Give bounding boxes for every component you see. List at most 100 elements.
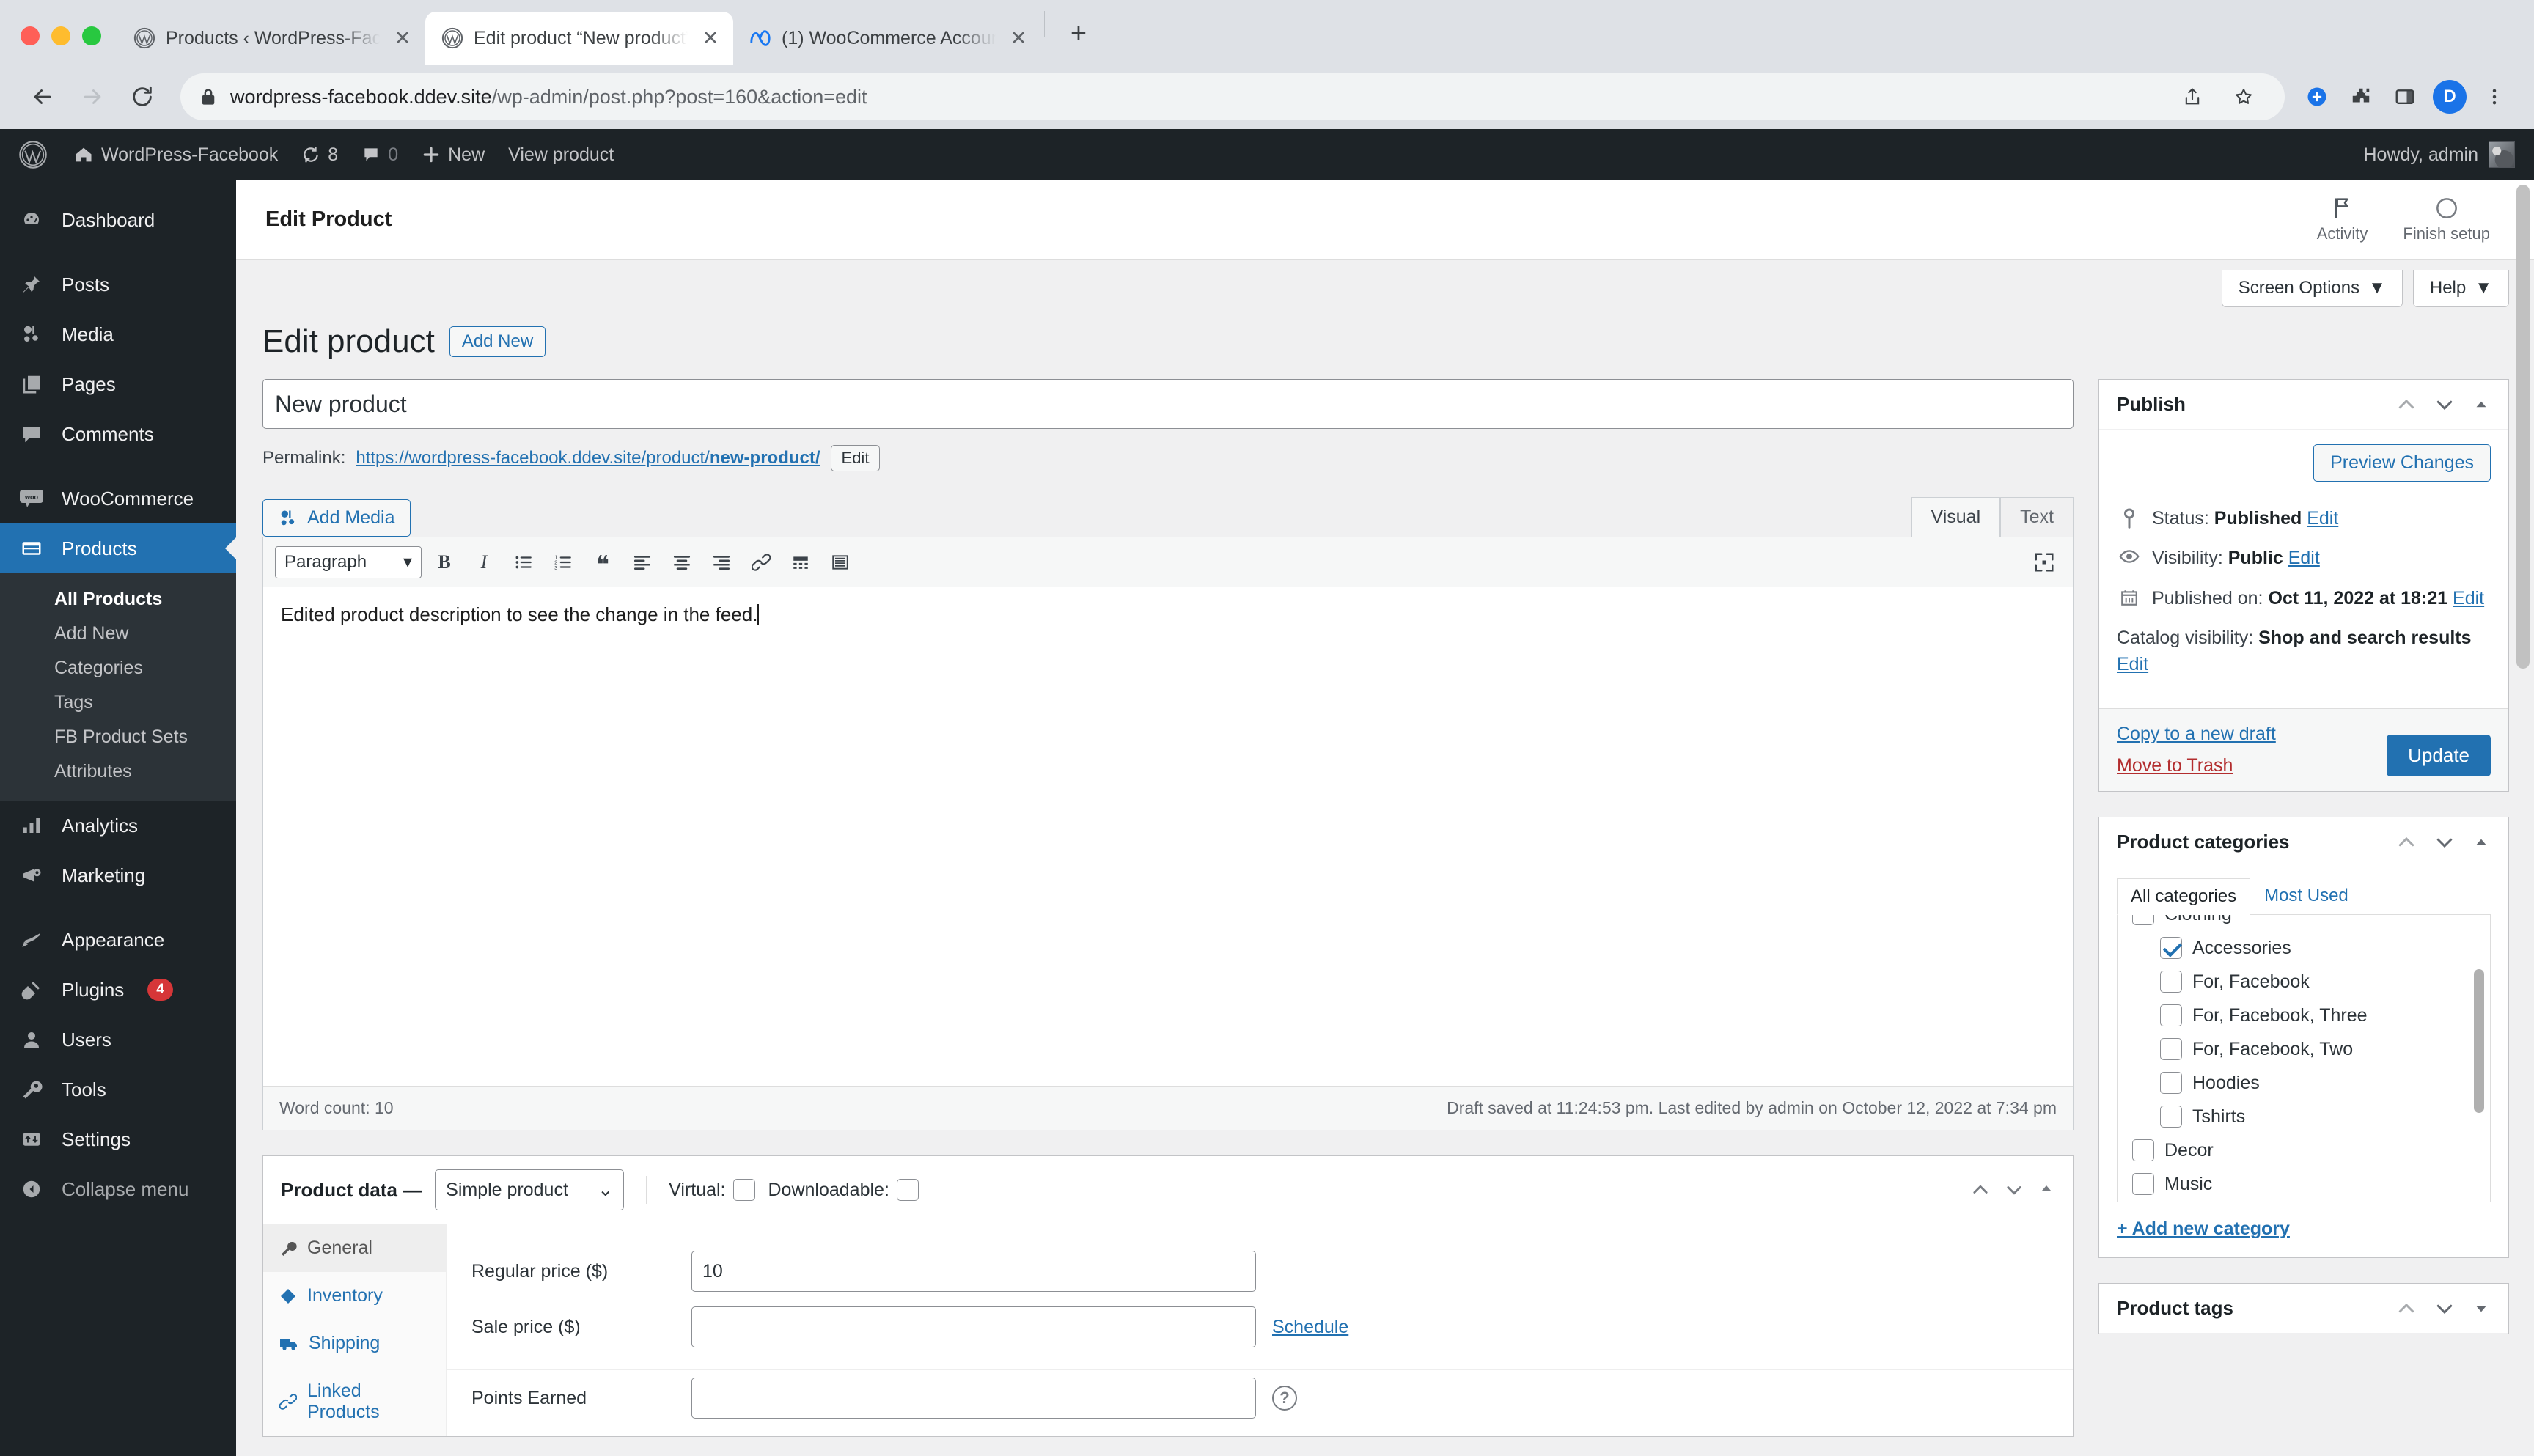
move-down-icon[interactable] — [2434, 394, 2456, 416]
add-new-button[interactable]: Add New — [449, 326, 546, 357]
sidebar-item-woocommerce[interactable]: woo WooCommerce — [0, 474, 236, 523]
schedule-sale-link[interactable]: Schedule — [1272, 1317, 1348, 1338]
sidebar-item-products[interactable]: Products — [0, 523, 236, 573]
submenu-item-add-new[interactable]: Add New — [0, 617, 236, 651]
regular-price-input[interactable] — [691, 1251, 1256, 1292]
edit-visibility-link[interactable]: Edit — [2288, 548, 2320, 568]
toggle-panel-icon[interactable] — [2472, 833, 2491, 852]
wp-logo-menu[interactable] — [4, 129, 62, 180]
sidebar-item-appearance[interactable]: Appearance — [0, 915, 236, 965]
sidebar-item-settings[interactable]: Settings — [0, 1114, 236, 1164]
edit-published-link[interactable]: Edit — [2453, 588, 2484, 608]
help-button[interactable]: Help ▼ — [2412, 270, 2509, 307]
update-button[interactable]: Update — [2387, 735, 2491, 777]
activity-button[interactable]: Activity — [2317, 196, 2368, 243]
category-item-clothing[interactable]: Clothing — [2118, 915, 2490, 931]
checkbox[interactable] — [2160, 1004, 2182, 1027]
checkbox[interactable] — [2160, 1106, 2182, 1128]
product-type-select[interactable]: Simple product ⌄ — [435, 1169, 625, 1210]
close-icon[interactable]: ✕ — [390, 26, 415, 51]
permalink-link[interactable]: https://wordpress-facebook.ddev.site/pro… — [356, 448, 820, 468]
maximize-window-button[interactable] — [82, 26, 101, 45]
screen-options-button[interactable]: Screen Options ▼ — [2221, 270, 2403, 307]
comments-menu[interactable]: 0 — [350, 129, 410, 180]
close-icon[interactable]: ✕ — [1006, 26, 1031, 51]
close-window-button[interactable] — [21, 26, 40, 45]
tab-all-categories[interactable]: All categories — [2117, 878, 2251, 916]
toggle-panel-icon[interactable] — [2038, 1180, 2055, 1200]
category-item-for-facebook-two[interactable]: For, Facebook, Two — [2118, 1032, 2490, 1066]
sidebar-item-users[interactable]: Users — [0, 1015, 236, 1065]
move-up-icon[interactable] — [1970, 1180, 1991, 1200]
paragraph-format-select[interactable]: Paragraph ▾ — [275, 545, 422, 578]
insert-link-icon[interactable] — [744, 545, 778, 579]
address-bar[interactable]: wordpress-facebook.ddev.site/wp-admin/po… — [180, 73, 2285, 120]
move-up-icon[interactable] — [2395, 394, 2417, 416]
move-down-icon[interactable] — [2434, 1298, 2456, 1320]
tab-visual[interactable]: Visual — [1911, 497, 2001, 537]
bookmark-star-icon[interactable] — [2222, 75, 2266, 119]
preview-changes-button[interactable]: Preview Changes — [2313, 444, 2491, 482]
move-up-icon[interactable] — [2395, 831, 2417, 853]
category-item-for-facebook[interactable]: For, Facebook — [2118, 965, 2490, 999]
tab-most-used[interactable]: Most Used — [2250, 878, 2362, 914]
category-item-for-facebook-three[interactable]: For, Facebook, Three — [2118, 999, 2490, 1032]
product-tab-shipping[interactable]: Shipping — [263, 1320, 446, 1367]
checkbox[interactable] — [2132, 1139, 2154, 1162]
sidebar-item-analytics[interactable]: Analytics — [0, 801, 236, 850]
category-item-tshirts[interactable]: Tshirts — [2118, 1100, 2490, 1133]
submenu-item-fb-product-sets[interactable]: FB Product Sets — [0, 720, 236, 754]
checkbox[interactable] — [2160, 971, 2182, 993]
finish-setup-button[interactable]: Finish setup — [2403, 196, 2490, 243]
blockquote-icon[interactable]: ❝ — [586, 545, 620, 579]
align-left-icon[interactable] — [625, 545, 659, 579]
category-item-decor[interactable]: Decor — [2118, 1133, 2490, 1167]
product-tab-inventory[interactable]: Inventory — [263, 1272, 446, 1320]
help-tip-icon[interactable]: ? — [1272, 1386, 1297, 1411]
product-tab-linked-products[interactable]: Linked Products — [263, 1367, 446, 1436]
align-right-icon[interactable] — [705, 545, 738, 579]
italic-icon[interactable]: I — [467, 545, 501, 579]
sidebar-item-plugins[interactable]: Plugins 4 — [0, 965, 236, 1015]
sidebar-item-tools[interactable]: Tools — [0, 1065, 236, 1114]
extension-puzzle-blue-icon[interactable] — [2295, 75, 2339, 119]
add-new-category-link[interactable]: + Add new category — [2117, 1218, 2491, 1240]
chrome-menu-icon[interactable] — [2472, 75, 2516, 119]
read-more-icon[interactable] — [784, 545, 818, 579]
downloadable-checkbox-label[interactable]: Downloadable: — [768, 1179, 919, 1201]
checkbox-checked[interactable] — [2160, 937, 2182, 960]
move-up-icon[interactable] — [2395, 1298, 2417, 1320]
minimize-window-button[interactable] — [51, 26, 70, 45]
browser-tab-products[interactable]: Products ‹ WordPress-Faceboo ✕ — [117, 12, 425, 65]
browser-tab-woocommerce-account[interactable]: (1) WooCommerce Account ✕ — [733, 12, 1041, 65]
copy-to-new-draft-link[interactable]: Copy to a new draft — [2117, 724, 2276, 745]
points-earned-input[interactable] — [691, 1378, 1256, 1419]
category-item-hoodies[interactable]: Hoodies — [2118, 1066, 2490, 1100]
close-icon[interactable]: ✕ — [698, 26, 723, 51]
fullscreen-icon[interactable] — [2027, 545, 2061, 579]
back-icon[interactable] — [18, 72, 67, 122]
new-tab-button[interactable]: + — [1058, 13, 1099, 54]
category-list-scrollbar[interactable] — [2474, 969, 2484, 1114]
forward-icon[interactable] — [67, 72, 117, 122]
tab-text[interactable]: Text — [2000, 497, 2074, 537]
toolbar-toggle-icon[interactable] — [823, 545, 857, 579]
site-name-menu[interactable]: WordPress-Facebook — [62, 129, 290, 180]
submenu-item-tags[interactable]: Tags — [0, 685, 236, 720]
sidebar-item-dashboard[interactable]: Dashboard — [0, 195, 236, 245]
sidebar-item-posts[interactable]: Posts — [0, 260, 236, 309]
new-content-menu[interactable]: New — [410, 129, 496, 180]
editor-content-area[interactable]: Edited product description to see the ch… — [263, 587, 2073, 1086]
checkbox[interactable] — [2132, 915, 2154, 926]
virtual-checkbox[interactable] — [732, 1179, 755, 1201]
category-checklist[interactable]: Clothing Accessories For, Facebook — [2117, 915, 2491, 1203]
edit-catalog-link[interactable]: Edit — [2117, 654, 2148, 674]
profile-avatar[interactable]: D — [2433, 80, 2467, 114]
bulleted-list-icon[interactable] — [507, 545, 540, 579]
checkbox[interactable] — [2160, 1038, 2182, 1061]
move-to-trash-link[interactable]: Move to Trash — [2117, 755, 2276, 776]
move-down-icon[interactable] — [2004, 1180, 2024, 1200]
extensions-icon[interactable] — [2339, 75, 2383, 119]
browser-tab-edit-product[interactable]: Edit product “New product” ‹ W ✕ — [425, 12, 733, 65]
checkbox[interactable] — [2132, 1173, 2154, 1196]
